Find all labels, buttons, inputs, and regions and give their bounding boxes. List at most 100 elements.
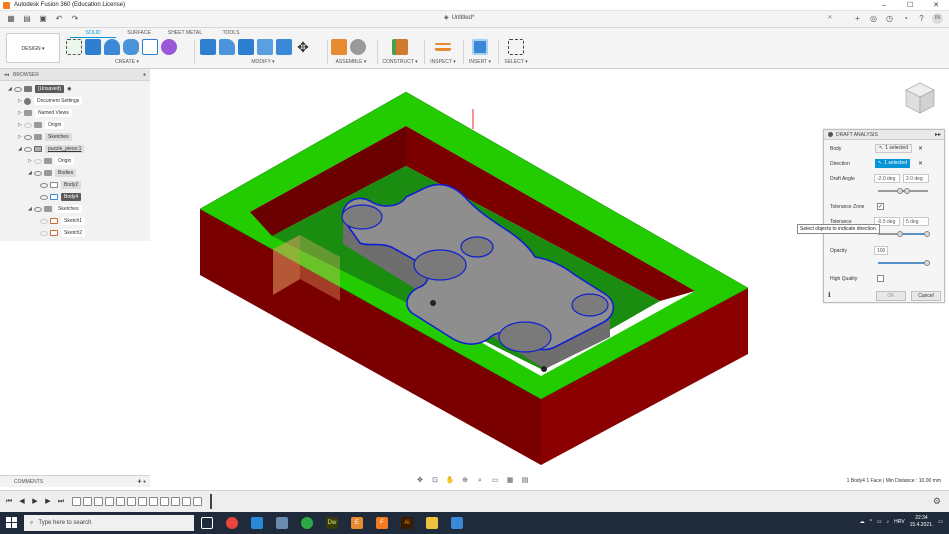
tree-row-sketch1[interactable]: Sketch1	[40, 216, 86, 226]
inspect-menu[interactable]: INSPECT ▾	[428, 59, 458, 65]
grid-settings-icon[interactable]: ▦	[504, 477, 516, 485]
insert-menu[interactable]: INSERT ▾	[466, 59, 494, 65]
clock[interactable]: 22:34 15.4.2021.	[910, 515, 934, 529]
ok-button[interactable]: OK	[876, 291, 906, 301]
job-status-icon[interactable]: ◷	[884, 13, 895, 24]
mail-icon[interactable]	[446, 514, 468, 532]
taskbar-search[interactable]: ⌕ Type here to search	[24, 515, 194, 531]
document-tab[interactable]: ◈ Untitled* ✕	[444, 14, 832, 22]
insert-image-icon[interactable]	[472, 39, 488, 55]
edge-icon[interactable]	[296, 514, 318, 532]
modify-menu[interactable]: MODIFY ▾	[200, 59, 326, 65]
boss-cylinder[interactable]	[341, 204, 383, 230]
draft-max-input[interactable]: 2.0 deg	[903, 174, 929, 183]
sweep-icon[interactable]	[123, 39, 139, 55]
tree-row-body4[interactable]: Body4	[40, 192, 82, 202]
dialog-header[interactable]: DRAFT ANALYSIS ▸▸	[824, 130, 944, 140]
timeline-feature[interactable]	[149, 497, 158, 506]
dialog-expand-icon[interactable]: ▸▸	[935, 131, 941, 138]
timeline-feature[interactable]	[72, 497, 81, 506]
grid-menu-icon[interactable]: ▦	[6, 14, 16, 24]
vscode-icon[interactable]	[246, 514, 268, 532]
visibility-eye-icon[interactable]	[24, 134, 32, 140]
new-component-icon[interactable]	[331, 39, 347, 55]
display-settings-icon[interactable]: ▭	[489, 477, 501, 485]
visibility-eye-icon[interactable]	[34, 206, 42, 212]
zoom-icon[interactable]: ⊕	[459, 477, 471, 485]
e-app-icon[interactable]: E	[346, 514, 368, 532]
network-icon[interactable]: ▭	[877, 519, 882, 525]
go-to-start-icon[interactable]: ⏮	[4, 498, 14, 506]
undo-icon[interactable]: ↶	[54, 14, 64, 24]
info-icon[interactable]: ℹ	[828, 291, 831, 299]
move-icon[interactable]: ✥	[295, 39, 311, 55]
create-sketch-icon[interactable]	[66, 39, 82, 55]
save-icon[interactable]: ▣	[38, 14, 48, 24]
boss-cylinder[interactable]	[413, 249, 467, 281]
timeline-feature[interactable]	[171, 497, 180, 506]
file-menu-icon[interactable]: ▤	[22, 14, 32, 24]
press-pull-icon[interactable]	[200, 39, 216, 55]
visibility-eye-icon[interactable]	[14, 86, 22, 92]
step-forward-icon[interactable]: ▶	[43, 498, 53, 506]
timeline-feature[interactable]	[182, 497, 191, 506]
slider-knob[interactable]	[904, 188, 910, 194]
fillet-icon[interactable]	[219, 39, 235, 55]
fit-icon[interactable]: ⌕	[474, 477, 486, 485]
network-app-icon[interactable]	[271, 514, 293, 532]
tab-solid[interactable]: SOLID	[70, 29, 116, 38]
pan-icon[interactable]: ✋	[444, 477, 456, 485]
collapse-icon[interactable]: ◂◂	[4, 72, 9, 78]
timeline-feature[interactable]	[138, 497, 147, 506]
timeline-feature[interactable]	[116, 497, 125, 506]
new-tab-icon[interactable]: +	[852, 13, 863, 24]
timeline-settings-gear-icon[interactable]: ⚙	[933, 496, 941, 507]
visibility-eye-icon[interactable]	[40, 218, 48, 224]
direction-select-button[interactable]: ↖ 1 selected	[875, 159, 910, 168]
combine-icon[interactable]	[276, 39, 292, 55]
loft-icon[interactable]	[142, 39, 158, 55]
orbit-icon[interactable]: ✥	[414, 477, 426, 485]
avatar[interactable]: IN	[932, 13, 943, 24]
select-icon[interactable]	[508, 39, 524, 55]
visibility-eye-icon[interactable]	[24, 146, 32, 152]
construct-menu[interactable]: CONSTRUCT ▾	[380, 59, 420, 65]
cancel-button[interactable]: Cancel	[911, 291, 941, 301]
viewcube[interactable]	[900, 79, 940, 119]
close-window-button[interactable]: ✕	[923, 0, 949, 11]
chrome-icon[interactable]	[221, 514, 243, 532]
tree-row-document-settings[interactable]: ▷ Document Settings	[18, 96, 83, 106]
comments-bar[interactable]: COMMENTS ✚ ●	[0, 475, 150, 487]
joint-icon[interactable]	[350, 39, 366, 55]
chamfer-icon[interactable]	[238, 39, 254, 55]
windows-start-icon[interactable]	[6, 517, 17, 528]
shell-icon[interactable]	[257, 39, 273, 55]
slider-knob[interactable]	[897, 188, 903, 194]
boss-cylinder[interactable]	[498, 321, 552, 353]
timeline-feature[interactable]	[94, 497, 103, 506]
tolerance-zone-checkbox[interactable]: ✓	[877, 203, 884, 210]
tab-surface[interactable]: SURFACE	[116, 29, 162, 38]
document-tab-close-icon[interactable]: ✕	[827, 14, 832, 21]
chevron-up-icon[interactable]: ^	[870, 519, 872, 525]
tab-sheet-metal[interactable]: SHEET METAL	[162, 29, 208, 38]
activate-radio-icon[interactable]: ◉	[67, 86, 71, 92]
timeline-feature[interactable]	[83, 497, 92, 506]
taskview-icon[interactable]	[196, 514, 218, 532]
step-back-icon[interactable]: ◀	[17, 498, 27, 506]
maximize-button[interactable]: ☐	[897, 0, 923, 11]
measure-icon[interactable]	[435, 43, 451, 51]
body-select-button[interactable]: ↖ 1 selected	[875, 144, 912, 153]
tree-row-origin[interactable]: ▷ Origin	[18, 120, 65, 130]
timeline-feature[interactable]	[105, 497, 114, 506]
workspace-dropdown[interactable]: DESIGN ▾	[6, 33, 60, 63]
play-icon[interactable]: ▶	[30, 498, 40, 506]
slider-knob[interactable]	[897, 231, 903, 237]
dreamweaver-icon[interactable]: Dw	[321, 514, 343, 532]
go-to-end-icon[interactable]: ⏭	[56, 498, 66, 506]
tolerance-slider[interactable]	[878, 231, 930, 237]
revolve-icon[interactable]	[104, 39, 120, 55]
fusion-taskbar-icon[interactable]: F	[371, 514, 393, 532]
form-icon[interactable]	[161, 39, 177, 55]
create-menu[interactable]: CREATE ▾	[66, 59, 188, 65]
